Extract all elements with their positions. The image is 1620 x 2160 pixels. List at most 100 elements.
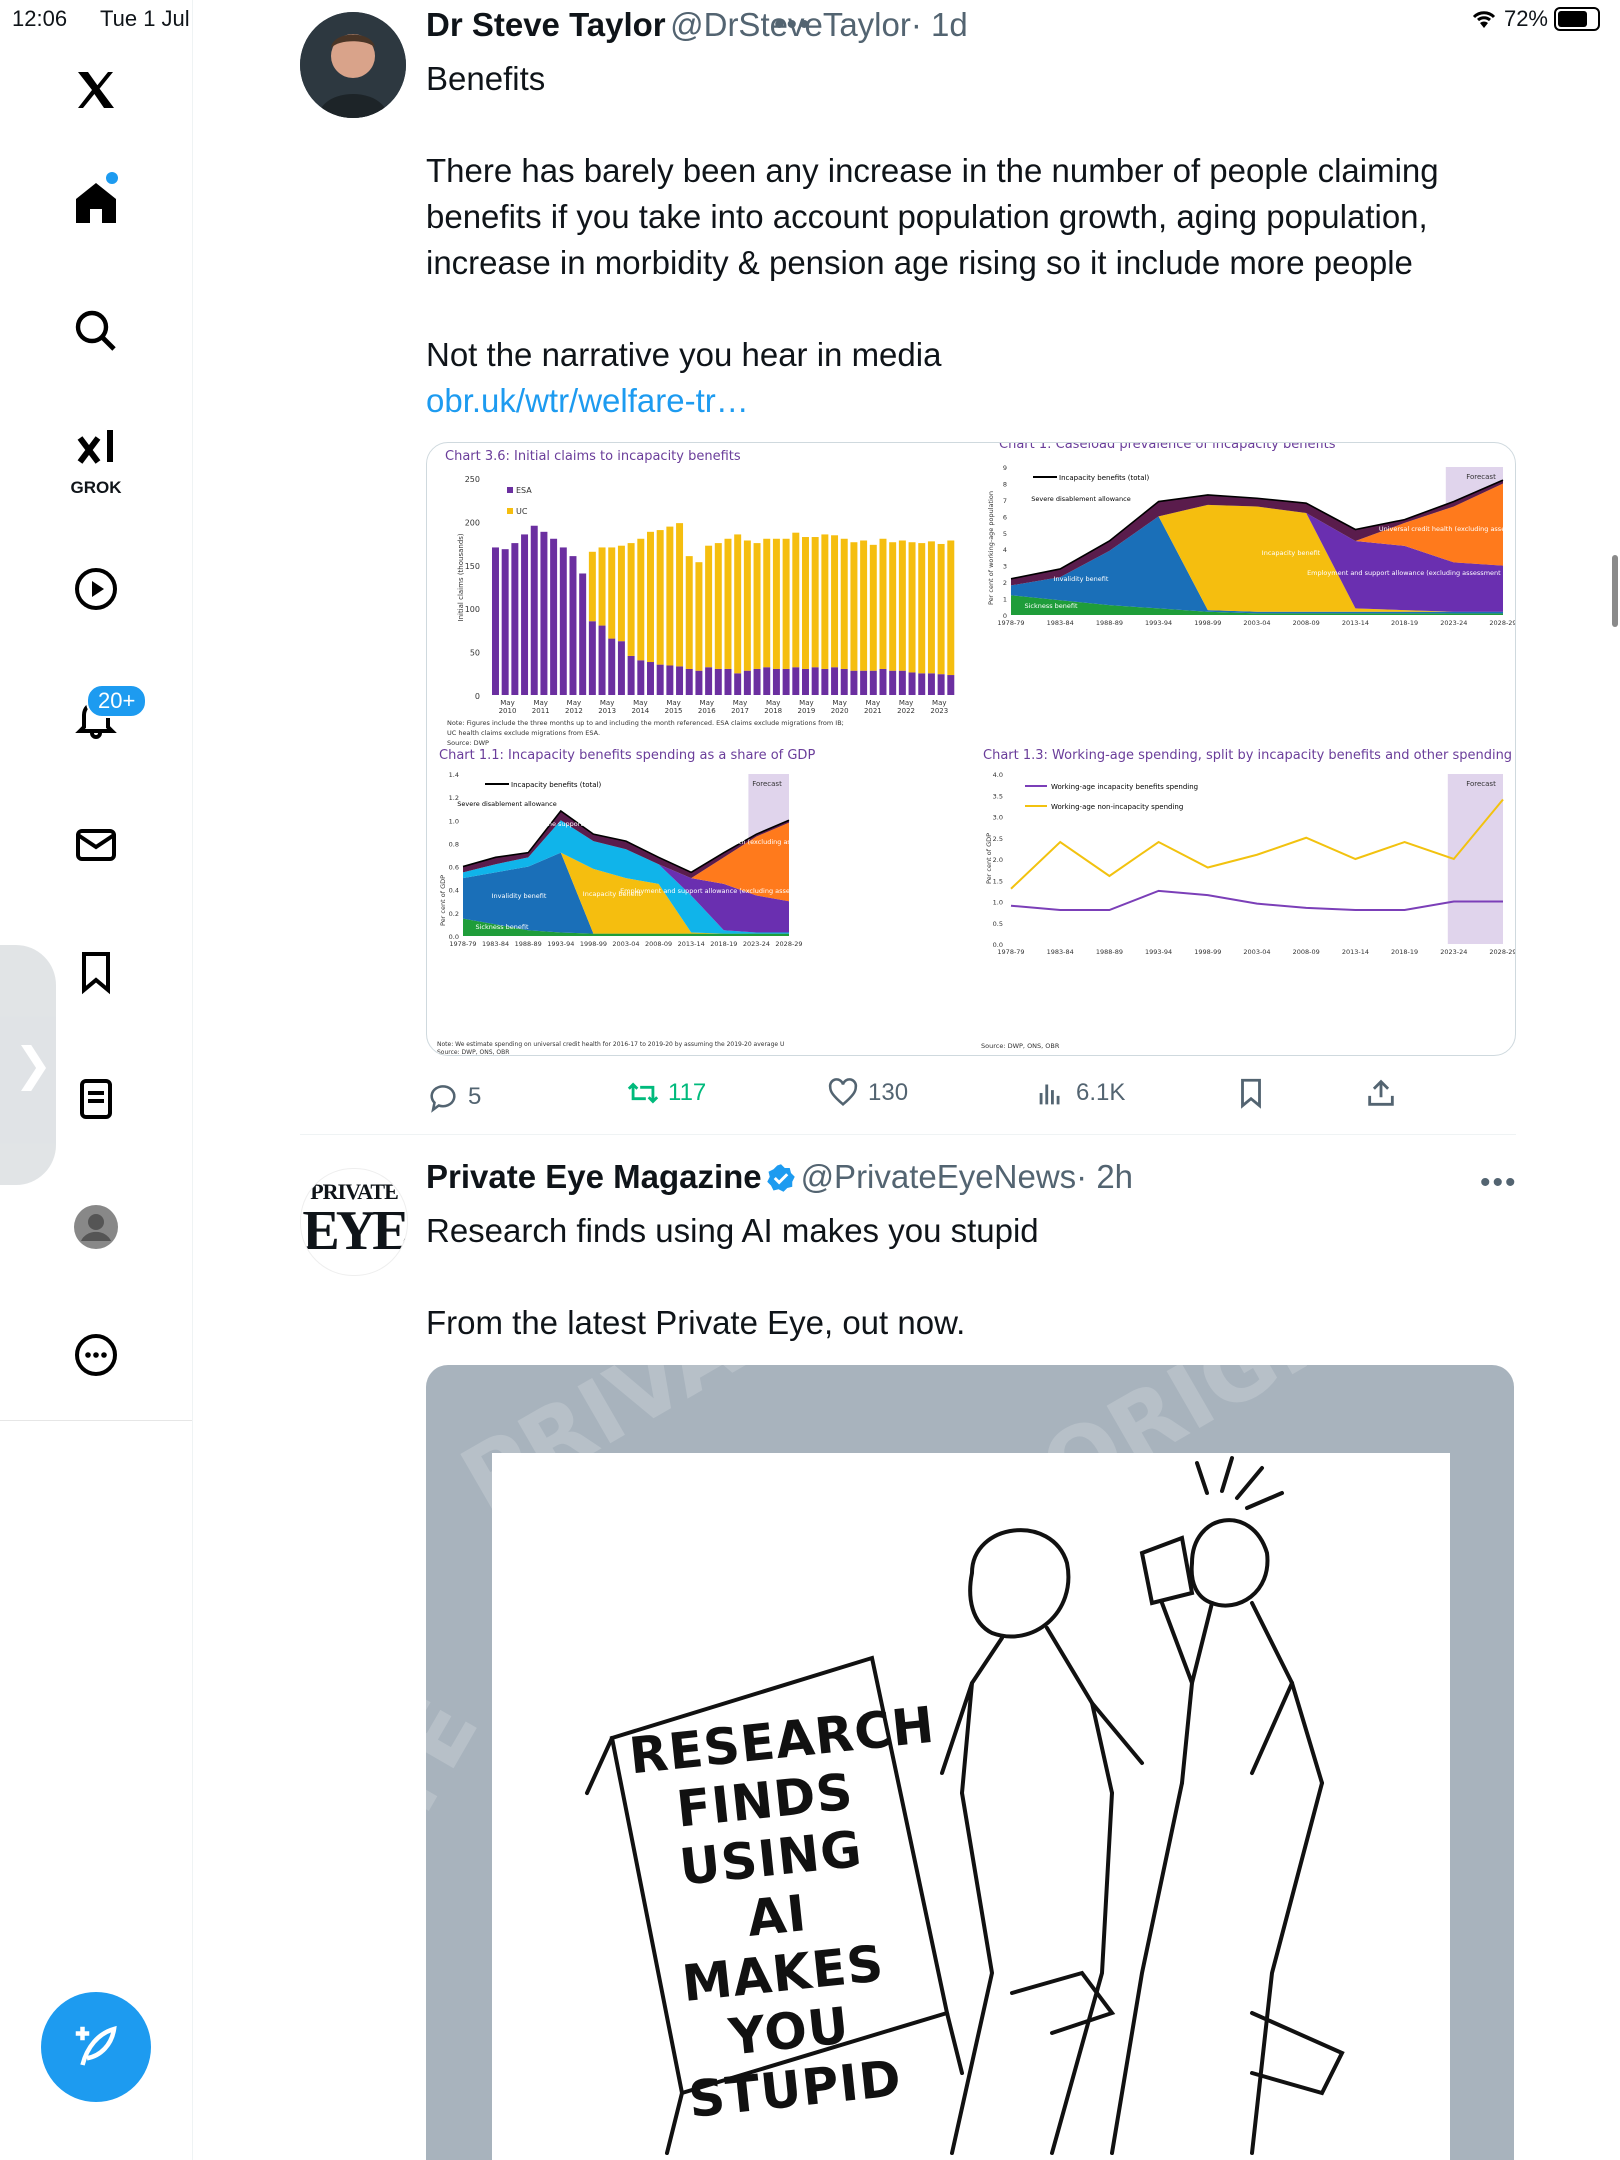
bar-uc [782,538,790,669]
tweet-age[interactable]: · 1d [911,6,968,43]
battery-icon [1554,7,1600,31]
tweet-link[interactable]: obr.uk/wtr/welfare-tr… [426,378,1526,424]
y-tick-label: 100 [465,605,480,614]
chart-note: UC health claims exclude migrations from… [447,729,600,737]
x-tick-label: 2021 [864,707,882,715]
x-tick-label: 2019 [798,707,816,715]
author-handle[interactable]: @DrSteveTaylor [670,6,911,43]
forecast-label: Forecast [1466,473,1496,481]
bar-uc [802,537,809,669]
bar-uc [869,544,877,671]
y-tick-label: 0.6 [449,864,459,872]
bookmark-icon [1241,1078,1261,1109]
bar-uc [647,531,654,663]
tweet-media-charts[interactable]: Chart 3.6: Initial claims to incapacity … [426,442,1516,1056]
sidebar-item-profile[interactable] [0,1182,192,1272]
area-label: Universal credit health (excluding asses… [672,838,846,846]
share-button[interactable] [1364,1076,1398,1110]
x-tick-label: 2017 [731,707,749,715]
author-name[interactable]: Dr Steve Taylor [426,6,666,43]
legend-label: Working-age incapacity benefits spending [1051,783,1198,791]
bookmark-button[interactable] [1234,1076,1268,1110]
bar-esa [811,667,819,695]
author-name[interactable]: Private Eye Magazine [426,1158,762,1195]
compose-button[interactable] [41,1992,151,2102]
bar-esa [647,662,654,695]
reply-icon [430,1085,456,1113]
tweet-text-line1: Research finds using AI makes you stupid [426,1212,1039,1249]
chart-1-1-plot: 0.00.20.40.60.81.01.21.4Forecast1978-79 1… [437,771,846,1055]
x-tick-label: 1978-79 [997,948,1024,956]
x-tick-label: 2028-29 [1489,948,1515,956]
legend-esa: ESA [516,486,532,495]
x-logo-icon[interactable] [0,45,192,135]
bar-esa [772,668,780,695]
x-tick-label: 1983-84 [1047,619,1074,627]
bookmark-icon [82,952,110,995]
chart-source: Source: DWP, ONS, OBR [981,1042,1060,1050]
area-label: Invalidity benefit [492,892,547,900]
x-tick-label: 2015 [665,707,683,715]
tweet-more-icon[interactable]: ••• [1480,1166,1518,1200]
reply-button[interactable]: 5 [426,1080,481,1114]
legend-swatch-uc [507,508,513,514]
views-icon [1039,1084,1060,1105]
x-tick-label: May [733,699,747,707]
tweet-text: Benefits There has barely been any incre… [426,60,1439,373]
svg-text:EYE: EYE [426,1681,499,1896]
bar-uc [617,545,625,642]
bar-esa [608,638,616,695]
bar-esa [898,670,906,695]
y-tick-label: 0.2 [449,910,459,918]
tweet-media-cartoon[interactable]: PRIVATE EYE ORIGINAL EYE [426,1365,1514,2160]
author-handle[interactable]: @PrivateEyeNews [801,1158,1077,1195]
y-tick-label: 7 [1003,497,1007,505]
chart-source: Source: DWP [447,739,489,747]
x-tick-label: May [799,699,813,707]
y-tick-label: 150 [465,562,480,571]
y-axis-label: Initial claims (thousands) [457,533,465,621]
more-icon [75,1334,117,1376]
forecast-band [1447,774,1503,944]
views-button[interactable]: 6.1K [1034,1076,1125,1110]
x-tick-label: 2023 [930,707,948,715]
bar-esa [831,667,839,695]
sidebar-expand-handle[interactable]: ❯ [0,945,56,1185]
scrollbar[interactable] [1612,555,1618,627]
x-tick-label: 2011 [532,707,550,715]
sidebar-item-messages[interactable] [0,800,192,890]
bar-uc [714,543,722,669]
y-tick-label: 8 [1003,480,1007,488]
x-tick-label: May [633,699,647,707]
bar-uc [860,540,868,671]
y-tick-label: 2 [1003,579,1007,587]
bar-esa [937,674,945,695]
y-axis-label: Per cent of GDP [439,875,447,926]
x-tick-label: May [500,699,514,707]
series-line [1010,798,1504,890]
sidebar-item-video[interactable] [0,544,192,634]
avatar[interactable] [300,12,406,118]
x-tick-label: 1978-79 [997,619,1024,627]
y-tick-label: 1.4 [449,771,459,779]
search-icon [75,310,116,351]
x-tick-label: 2003-04 [1243,619,1270,627]
repost-button[interactable]: 117 [626,1076,706,1110]
y-tick-label: 250 [465,475,480,484]
tweet-age[interactable]: · 2h [1076,1158,1133,1195]
x-tick-label: 2018-19 [1391,948,1418,956]
y-tick-label: 5 [1003,530,1007,538]
sidebar-item-home[interactable] [0,158,192,248]
private-eye-logo-avatar[interactable]: PRIVATE EYE [300,1168,408,1276]
bar-esa [763,667,771,695]
sidebar-item-notifications[interactable]: 20+ [0,672,192,762]
sidebar-item-more[interactable] [0,1310,192,1400]
logo-bottom-text: EYE [302,1200,407,1262]
x-tick-label: 2013-14 [1342,619,1369,627]
legend-swatch-esa [507,487,513,493]
bar-uc [656,530,664,665]
x-tick-label: 2014 [631,707,649,715]
sidebar-item-search[interactable] [0,286,192,376]
x-tick-label: 2028-29 [775,940,802,948]
like-button[interactable]: 130 [826,1076,908,1110]
